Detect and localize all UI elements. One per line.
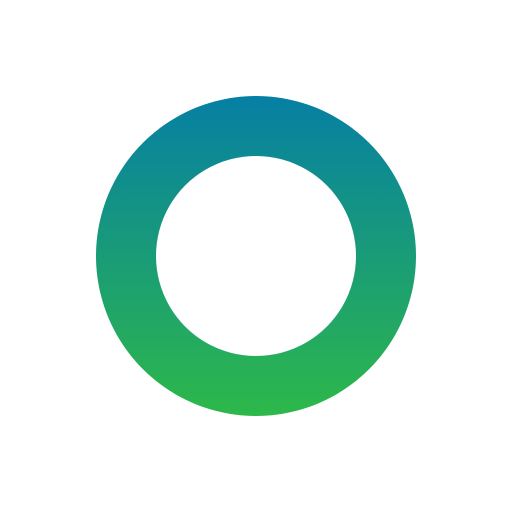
ring-shape bbox=[95, 96, 416, 416]
ring-logo-icon bbox=[95, 96, 416, 416]
app-icon-canvas bbox=[0, 0, 512, 512]
